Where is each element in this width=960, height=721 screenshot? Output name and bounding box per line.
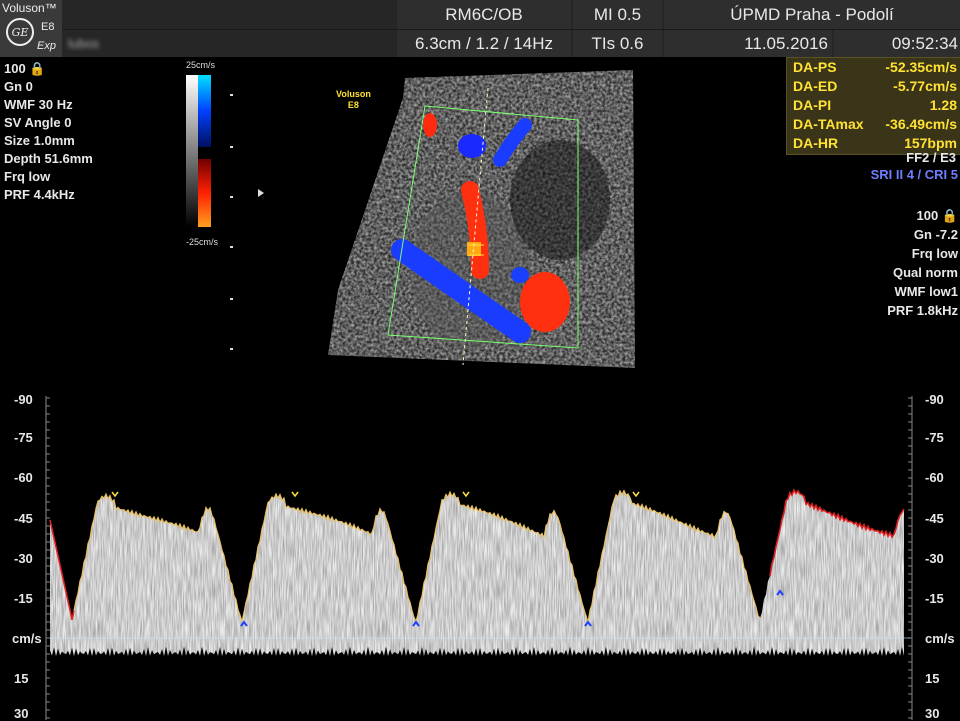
ge-logo-icon: GE [6, 18, 34, 46]
axis-tick-label: -45 [925, 511, 944, 526]
measurement-value: 1.28 [929, 97, 957, 113]
axis-tick-label: cm/s [925, 631, 955, 646]
ultrasound-image [328, 70, 635, 368]
param-line: Depth 51.6mm [4, 151, 93, 166]
peak-systole-marker [462, 491, 470, 498]
ff-label: FF2 / E3 [906, 150, 956, 165]
axis-tick-label: -15 [925, 591, 944, 606]
axis-tick-label: -75 [925, 430, 944, 445]
sri-label: SRI II 4 / CRI 5 [870, 167, 958, 182]
model-label: E8 [41, 21, 55, 33]
measurement-row: DA-TAmax -36.49cm/s [793, 116, 957, 135]
header-bar: Voluson™ GE E8 Exp lubos RM6C/OB MI 0.5 … [0, 0, 960, 57]
time-label: 09:52:34 [834, 30, 960, 57]
axis-tick-label: 15 [14, 671, 29, 686]
axis-tick-label: -30 [925, 551, 944, 566]
color-bar-bottom-label: -25cm/s [186, 237, 219, 247]
param-line: Frq low [911, 246, 958, 261]
param-line: Qual norm [892, 265, 958, 280]
param-line: Size 1.0mm [4, 133, 75, 148]
param-line: SV Angle 0 [4, 115, 72, 130]
axis-tick-label: -75 [14, 430, 33, 445]
measurement-value: 157bpm [904, 135, 957, 151]
right-params-panel: 100 🔒 Gn -7.2 Frq low Qual norm WMF low1… [887, 206, 958, 320]
measurement-row: DA-PI 1.28 [793, 97, 957, 116]
marker-line1: Voluson [336, 89, 371, 99]
measurement-key: DA-ED [793, 78, 838, 94]
measurement-value: -5.77cm/s [893, 78, 957, 94]
param-line: Gn -7.2 [913, 227, 958, 242]
date-label: 11.05.2016 [664, 30, 832, 57]
brand-label: Voluson™ [2, 1, 57, 15]
institution-label: ÚPMD Praha - Podolí [664, 0, 960, 29]
ge-logo-text: GE [12, 26, 29, 39]
measurement-key: DA-PI [793, 97, 832, 113]
axis-tick-label: 15 [925, 671, 940, 686]
scan-params-label: 6.3cm / 1.2 / 14Hz [397, 30, 571, 57]
param-line: PRF 4.4kHz [4, 187, 75, 202]
axis-tick-label: -90 [14, 392, 33, 407]
measurement-key: DA-PS [793, 59, 837, 75]
param-line: PRF 1.8kHz [887, 303, 958, 318]
axis-tick-label: -15 [14, 591, 33, 606]
peak-systole-marker [632, 491, 640, 498]
marker-line2: E8 [347, 100, 359, 110]
param-line: Frq low [4, 169, 51, 184]
doppler-spectrum [45, 396, 913, 720]
measurement-value: -52.35cm/s [885, 59, 957, 75]
param-line: Gn 0 [4, 79, 33, 94]
measurement-key: DA-HR [793, 135, 839, 151]
probe-label: RM6C/OB [397, 0, 571, 29]
measurement-row: DA-ED -5.77cm/s [793, 78, 957, 97]
focus-arrow-icon [258, 189, 264, 197]
measurement-value: -36.49cm/s [885, 116, 957, 132]
left-params-panel: 100 🔒 Gn 0 WMF 30 Hz SV Angle 0 Size 1.0… [4, 60, 93, 204]
axis-tick-label: -90 [925, 392, 944, 407]
axis-tick-label: -45 [14, 511, 33, 526]
param-line: 100 🔒 [916, 208, 959, 223]
color-bar-top-label: 25cm/s [186, 60, 216, 70]
patient-name: lubos [68, 36, 100, 51]
measurement-row: DA-PS -52.35cm/s [793, 59, 957, 78]
color-velocity-bar [186, 75, 211, 227]
tis-label: TIs 0.6 [573, 30, 662, 57]
mode-label: Exp [37, 40, 56, 52]
axis-tick-label: cm/s [12, 631, 42, 646]
axis-tick-label: 30 [14, 706, 29, 721]
mi-label: MI 0.5 [573, 0, 662, 29]
param-line: 100 🔒 [4, 61, 46, 76]
axis-tick-label: -30 [14, 551, 33, 566]
axis-tick-label: -60 [925, 470, 944, 485]
axis-tick-label: 30 [925, 706, 940, 721]
measurement-key: DA-TAmax [793, 116, 864, 132]
axis-tick-label: -60 [14, 470, 33, 485]
image-orientation-marker: Voluson E8 [336, 89, 371, 111]
peak-systole-marker [111, 491, 119, 498]
measurement-results-box: DA-PS -52.35cm/s DA-ED -5.77cm/s DA-PI 1… [786, 57, 960, 155]
param-line: WMF low1 [894, 284, 958, 299]
param-line: WMF 30 Hz [4, 97, 73, 112]
peak-systole-marker [291, 491, 299, 498]
